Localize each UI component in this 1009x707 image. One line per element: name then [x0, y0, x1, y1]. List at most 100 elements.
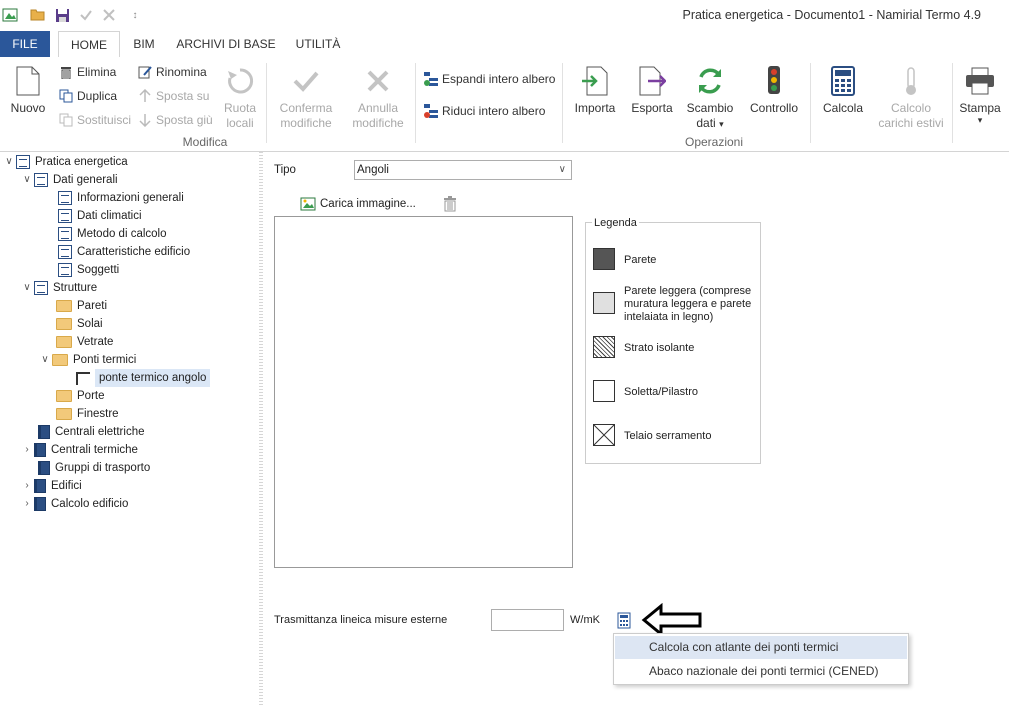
book-icon [34, 443, 46, 457]
calcola-button[interactable]: Calcola [818, 65, 868, 116]
book-icon [34, 497, 46, 511]
book-icon [38, 425, 50, 439]
tree-item-caratteristiche-edificio[interactable]: Caratteristiche edificio [58, 243, 190, 261]
chevron-down-icon: ▾ [719, 119, 724, 129]
trasmittanza-label: Trasmittanza lineica misure esterne [274, 614, 448, 626]
collapsed-icon[interactable]: › [20, 477, 34, 495]
tree-item-solai[interactable]: Solai [56, 315, 103, 333]
esporta-label: Esporta [631, 101, 673, 115]
elimina-button[interactable]: Elimina [58, 62, 116, 82]
tab-utilita[interactable]: UTILITÀ [288, 31, 348, 57]
conferma-modifiche-button[interactable]: Conferma modifiche [274, 65, 338, 131]
thermal-bridge-icon [76, 371, 90, 385]
tab-home[interactable]: HOME [58, 31, 120, 58]
collapsed-icon[interactable]: › [20, 495, 34, 513]
tree-item-ponte-termico-angolo[interactable]: ponte termico angolo [76, 369, 211, 387]
riduci-label: Riduci intero albero [442, 104, 546, 118]
tree-item-pratica[interactable]: ∨ Pratica energetica [2, 153, 128, 171]
tree-item-porte[interactable]: Porte [56, 387, 105, 405]
controllo-button[interactable]: Controllo [745, 65, 803, 116]
new-document-icon [12, 65, 44, 97]
tree-item-informazioni-generali[interactable]: Informazioni generali [58, 189, 184, 207]
document-icon [16, 155, 30, 169]
rename-icon [137, 64, 153, 80]
pane-splitter[interactable] [259, 152, 263, 707]
tree-item-dati-climatici[interactable]: Dati climatici [58, 207, 142, 225]
tree-item-centrali-termiche[interactable]: › Centrali termiche [20, 441, 138, 459]
tree-item-centrali-elettriche[interactable]: Centrali elettriche [38, 423, 144, 441]
stampa-button[interactable]: Stampa ▾ [956, 65, 1004, 125]
ribbon-separator [415, 63, 416, 143]
scambio-dati-button[interactable]: Scambio dati ▾ [683, 65, 737, 132]
folder-icon [56, 336, 72, 348]
menu-item-atlante[interactable]: Calcola con atlante dei ponti termici [615, 636, 907, 659]
ruota-label-1: Ruota [223, 101, 257, 115]
annulla-label-1: Annulla [357, 101, 399, 115]
open-folder-icon[interactable] [29, 6, 47, 24]
tree-item-pareti[interactable]: Pareti [56, 297, 107, 315]
duplica-button[interactable]: Duplica [58, 86, 117, 106]
calcolo-carichi-estivi-button[interactable]: Calcolo carichi estivi [876, 65, 946, 131]
tab-bim[interactable]: BIM [124, 31, 164, 57]
expanded-icon[interactable]: ∨ [38, 351, 52, 369]
nuovo-button[interactable]: Nuovo [6, 65, 50, 116]
title-bar: ↕ Pratica energetica - Documento1 - Nami… [0, 0, 1009, 31]
ruota-locali-button[interactable]: Ruota locali [218, 65, 262, 131]
tree-item-calcolo-edificio[interactable]: › Calcolo edificio [20, 495, 128, 513]
calc-dropdown-menu: Calcola con atlante dei ponti termici Ab… [613, 633, 909, 685]
sposta-giu-label: Sposta giù [156, 113, 213, 127]
tree-label: Solai [77, 318, 103, 330]
riduci-albero-button[interactable]: Riduci intero albero [423, 101, 545, 121]
carichi-label-2: carichi estivi [878, 116, 944, 130]
trasmittanza-input[interactable] [491, 609, 564, 631]
tree-item-vetrate[interactable]: Vetrate [56, 333, 113, 351]
save-icon[interactable] [53, 6, 71, 24]
sposta-giu-button[interactable]: Sposta giù [137, 110, 213, 130]
importa-button[interactable]: Importa [570, 65, 620, 116]
nuovo-label: Nuovo [10, 101, 46, 115]
expanded-icon[interactable]: ∨ [2, 153, 16, 171]
tree-item-metodo-di-calcolo[interactable]: Metodo di calcolo [58, 225, 167, 243]
tree-item-edifici[interactable]: › Edifici [20, 477, 82, 495]
tree-item-finestre[interactable]: Finestre [56, 405, 119, 423]
esporta-button[interactable]: Esporta [627, 65, 677, 116]
document-icon [34, 281, 48, 295]
expanded-icon[interactable]: ∨ [20, 171, 34, 189]
tree-label: Caratteristiche edificio [77, 246, 191, 258]
replace-icon [58, 112, 74, 128]
collapsed-icon[interactable]: › [20, 441, 34, 459]
document-icon [58, 227, 72, 241]
tree-label: Informazioni generali [77, 192, 184, 204]
ribbon-separator [562, 63, 563, 143]
tipo-label: Tipo [274, 164, 296, 176]
tab-file[interactable]: FILE [0, 31, 50, 57]
rinomina-button[interactable]: Rinomina [137, 62, 207, 82]
tree-item-dati-generali[interactable]: ∨ Dati generali [20, 171, 118, 189]
tab-archivi-di-base[interactable]: ARCHIVI DI BASE [172, 31, 280, 57]
image-icon [300, 196, 316, 212]
document-icon [34, 173, 48, 187]
tree-item-ponti-termici[interactable]: ∨ Ponti termici [38, 351, 136, 369]
elimina-label: Elimina [77, 65, 117, 79]
annulla-modifiche-button[interactable]: Annulla modifiche [346, 65, 410, 131]
espandi-albero-button[interactable]: Espandi intero albero [423, 69, 555, 89]
calculator-icon[interactable] [617, 612, 633, 630]
sposta-su-button[interactable]: Sposta su [137, 86, 209, 106]
tree-item-soggetti[interactable]: Soggetti [58, 261, 119, 279]
calcola-label: Calcola [822, 101, 864, 115]
sostituisci-button[interactable]: Sostituisci [58, 110, 131, 130]
controllo-label: Controllo [749, 101, 799, 115]
menu-item-abaco-cened[interactable]: Abaco nazionale dei ponti termici (CENED… [615, 660, 907, 683]
tree-label: Strutture [53, 282, 98, 294]
carica-immagine-button[interactable]: Carica immagine... [300, 196, 416, 212]
sostituisci-label: Sostituisci [77, 113, 132, 127]
sync-icon [694, 65, 726, 97]
customize-icon[interactable]: ↕ [126, 6, 144, 24]
tree-item-gruppi-di-trasporto[interactable]: Gruppi di trasporto [38, 459, 150, 477]
app-icon[interactable] [1, 6, 19, 24]
delete-image-icon[interactable] [443, 196, 457, 212]
tipo-select[interactable]: Angoli ∨ [354, 160, 572, 180]
tree-item-strutture[interactable]: ∨ Strutture [20, 279, 97, 297]
check-icon [290, 65, 322, 97]
expanded-icon[interactable]: ∨ [20, 279, 34, 297]
